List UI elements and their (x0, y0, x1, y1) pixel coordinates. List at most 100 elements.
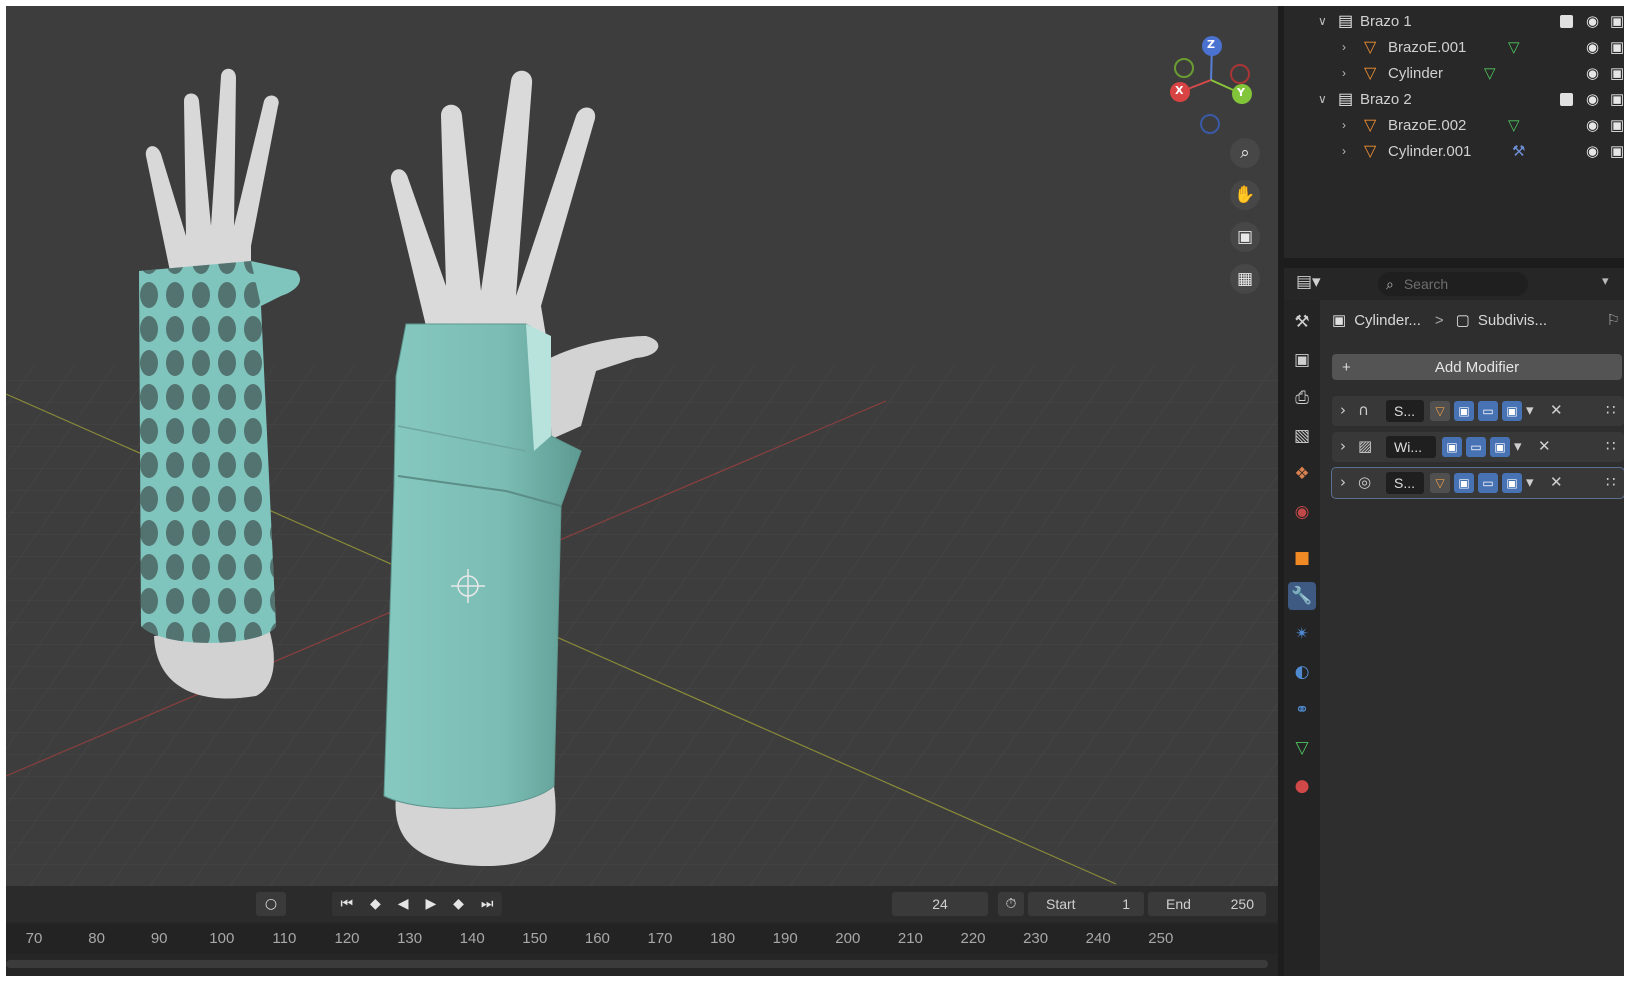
render-camera-icon[interactable]: ▣ (1610, 142, 1624, 160)
jump-end-icon[interactable]: ⏭ (481, 896, 494, 912)
output-tab-icon[interactable]: ⎙ (1288, 384, 1316, 412)
prev-keyframe-icon[interactable]: ◆ (370, 896, 381, 912)
remove-modifier-icon[interactable]: ✕ (1550, 473, 1563, 491)
expand-chevron-icon[interactable]: › (1342, 118, 1346, 132)
gizmo-neg-y-icon[interactable] (1174, 58, 1194, 78)
auto-key-icon[interactable]: ○ (256, 892, 286, 916)
render-camera-icon[interactable]: ▣ (1610, 38, 1624, 56)
outliner-collection-row[interactable]: ∨ ▤ Brazo 1 ◉ ▣ (1284, 8, 1624, 34)
render-camera-icon[interactable]: ▣ (1490, 437, 1510, 457)
visibility-eye-icon[interactable]: ◉ (1586, 38, 1599, 56)
viewport-display-icon[interactable]: ▭ (1478, 401, 1498, 421)
viewport-display-icon[interactable]: ▭ (1466, 437, 1486, 457)
scene-tab-icon[interactable]: ❖ (1288, 460, 1316, 488)
add-modifier-button[interactable]: + Add Modifier (1332, 354, 1622, 380)
visibility-eye-icon[interactable]: ◉ (1586, 12, 1599, 30)
timeline-scrollbar[interactable] (6, 960, 1268, 968)
dropdown-chevron-icon[interactable]: ▾ (1526, 473, 1534, 491)
render-camera-icon[interactable]: ▣ (1502, 401, 1522, 421)
tool-tab-icon[interactable]: ⚒ (1288, 308, 1316, 336)
modifier-panel[interactable]: › ∩ S... ▽ ▣ ▭ ▣ ▾ ✕ ∷ (1332, 396, 1624, 426)
zoom-icon[interactable]: ⌕ (1230, 138, 1260, 168)
outliner-collection-row[interactable]: ∨ ▤ Brazo 2 ◉ ▣ (1284, 86, 1624, 112)
area-divider[interactable] (1284, 258, 1624, 268)
modifier-panel[interactable]: › ▨ Wi... ▣ ▭ ▣ ▾ ✕ ∷ (1332, 432, 1624, 462)
mesh-data-tab-icon[interactable]: ▽ (1288, 734, 1316, 762)
outliner-object-row[interactable]: › ▽ BrazoE.002 ▽ ◉ ▣ (1284, 112, 1624, 138)
edit-mode-icon[interactable]: ▣ (1454, 473, 1474, 493)
viewport-display-icon[interactable]: ▭ (1478, 473, 1498, 493)
particles-tab-icon[interactable]: ✴ (1288, 620, 1316, 648)
camera-view-icon[interactable]: ▣ (1230, 222, 1260, 252)
render-camera-icon[interactable]: ▣ (1610, 64, 1624, 82)
collapse-chevron-icon[interactable]: ∨ (1318, 14, 1327, 28)
expand-chevron-icon[interactable]: › (1340, 437, 1346, 455)
next-keyframe-icon[interactable]: ◆ (453, 896, 464, 912)
play-icon[interactable]: ▶ (425, 896, 436, 912)
play-reverse-icon[interactable]: ◀ (398, 896, 409, 912)
pin-icon[interactable]: ⚐ (1607, 311, 1620, 329)
outliner-object-row[interactable]: › ▽ Cylinder.001 ⚒ ◉ ▣ (1284, 138, 1624, 164)
mesh-data-icon[interactable]: ▽ (1484, 64, 1496, 82)
modifier-name-field[interactable]: Wi... (1386, 436, 1436, 458)
expand-chevron-icon[interactable]: › (1340, 401, 1346, 419)
visibility-eye-icon[interactable]: ◉ (1586, 116, 1599, 134)
dropdown-chevron-icon[interactable]: ▾ (1514, 437, 1522, 455)
visibility-eye-icon[interactable]: ◉ (1586, 64, 1599, 82)
3d-viewport[interactable]: Z X Y ⌕ ✋ ▣ ▦ (6, 6, 1278, 886)
current-frame-field[interactable]: 24 (892, 892, 988, 916)
exclude-checkbox[interactable] (1560, 14, 1573, 28)
modifier-name-field[interactable]: S... (1386, 472, 1424, 494)
world-tab-icon[interactable]: ◉ (1288, 498, 1316, 526)
physics-tab-icon[interactable]: ◐ (1288, 658, 1316, 686)
gizmo-neg-x-icon[interactable] (1230, 64, 1250, 84)
expand-chevron-icon[interactable]: › (1342, 144, 1346, 158)
jump-start-icon[interactable]: ⏮ (340, 896, 353, 912)
view-layer-tab-icon[interactable]: ▧ (1288, 422, 1316, 450)
render-camera-icon[interactable]: ▣ (1502, 473, 1522, 493)
drag-handle-icon[interactable]: ∷ (1606, 473, 1616, 491)
visibility-eye-icon[interactable]: ◉ (1586, 90, 1599, 108)
edit-mode-icon[interactable]: ▣ (1442, 437, 1462, 457)
start-frame-field[interactable]: Start 1 (1028, 892, 1144, 916)
outliner-object-row[interactable]: › ▽ Cylinder ▽ ◉ ▣ (1284, 60, 1624, 86)
perspective-grid-icon[interactable]: ▦ (1230, 264, 1260, 294)
constraints-tab-icon[interactable]: ⚭ (1288, 696, 1316, 724)
exclude-checkbox[interactable] (1560, 92, 1573, 106)
on-cage-icon[interactable]: ▽ (1430, 401, 1450, 421)
on-cage-icon[interactable]: ▽ (1430, 473, 1450, 493)
render-camera-icon[interactable]: ▣ (1610, 116, 1624, 134)
outliner-object-row[interactable]: › ▽ BrazoE.001 ▽ ◉ ▣ (1284, 34, 1624, 60)
visibility-eye-icon[interactable]: ◉ (1586, 142, 1599, 160)
modifier-wrench-icon[interactable]: ⚒ (1512, 142, 1525, 160)
stopwatch-icon[interactable]: ⏱ (998, 892, 1024, 916)
expand-chevron-icon[interactable]: › (1342, 40, 1346, 54)
render-camera-icon[interactable]: ▣ (1610, 12, 1624, 30)
remove-modifier-icon[interactable]: ✕ (1538, 437, 1551, 455)
object-tab-icon[interactable]: ■ (1288, 544, 1316, 572)
mesh-data-icon[interactable]: ▽ (1508, 116, 1520, 134)
mesh-data-icon[interactable]: ▽ (1508, 38, 1520, 56)
material-tab-icon[interactable]: ● (1288, 772, 1316, 800)
edit-mode-icon[interactable]: ▣ (1454, 401, 1474, 421)
editor-type-icon[interactable]: ▤▾ (1296, 272, 1321, 292)
header-dropdown-icon[interactable]: ▾ (1602, 274, 1609, 289)
frame-ruler[interactable]: 70 80 90 100 110 120 130 140 150 160 170 180 190 200 2… (6, 924, 1278, 954)
drag-handle-icon[interactable]: ∷ (1606, 401, 1616, 419)
render-tab-icon[interactable]: ▣ (1288, 346, 1316, 374)
remove-modifier-icon[interactable]: ✕ (1550, 401, 1563, 419)
navigation-gizmo[interactable]: Z X Y (1156, 18, 1266, 138)
expand-chevron-icon[interactable]: › (1342, 66, 1346, 80)
collapse-chevron-icon[interactable]: ∨ (1318, 92, 1327, 106)
render-camera-icon[interactable]: ▣ (1610, 90, 1624, 108)
modifier-panel[interactable]: › ◎ S... ▽ ▣ ▭ ▣ ▾ ✕ ∷ (1331, 467, 1624, 499)
drag-handle-icon[interactable]: ∷ (1606, 437, 1616, 455)
gizmo-neg-z-icon[interactable] (1200, 114, 1220, 134)
modifier-wrench-tab-icon[interactable]: 🔧 (1288, 582, 1316, 610)
dropdown-chevron-icon[interactable]: ▾ (1526, 401, 1534, 419)
end-frame-field[interactable]: End 250 (1148, 892, 1266, 916)
hand-pan-icon[interactable]: ✋ (1230, 180, 1260, 210)
modifier-name-field[interactable]: S... (1386, 400, 1424, 422)
properties-search-input[interactable]: ⌕ Search (1378, 272, 1528, 296)
expand-chevron-icon[interactable]: › (1340, 473, 1346, 491)
